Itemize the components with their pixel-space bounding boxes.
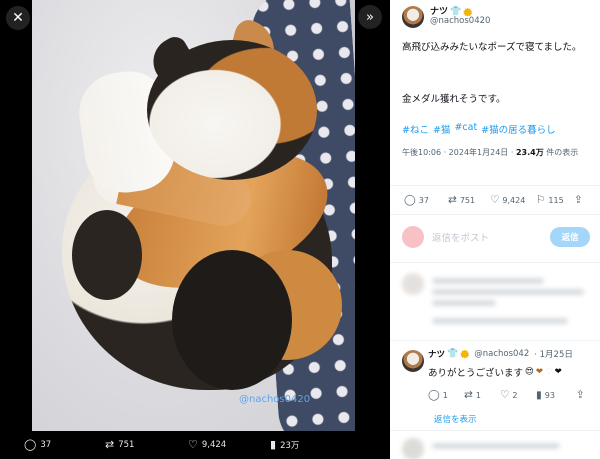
reply-text-row: ありがとうございます 😍 ❤ ♡ ❤ bbox=[428, 365, 562, 379]
cat-black-patch bbox=[172, 250, 292, 390]
divider bbox=[390, 262, 600, 263]
retweet-icon: ⇄ bbox=[105, 438, 115, 451]
reply-text: ありがとうございます bbox=[428, 368, 524, 379]
heart-icon: ♡ bbox=[500, 389, 510, 401]
post-detail-panel: ナツ 👕 @nachos0420 高飛び込みみたいなポーズで寝てました。 金メダ… bbox=[390, 0, 600, 459]
viewer-retweet-count: 751 bbox=[118, 439, 135, 450]
reply-retweet-button[interactable]: ⇄ 1 bbox=[464, 389, 481, 401]
avatar bbox=[402, 226, 424, 248]
retweet-button[interactable]: ⇄ 751 bbox=[448, 194, 475, 206]
hashtag-link[interactable]: #cat bbox=[454, 122, 477, 136]
post-photo[interactable]: @nachos0420 bbox=[32, 0, 355, 431]
photo-watermark: @nachos0420 bbox=[239, 394, 311, 405]
viewer-like-button[interactable]: ♡ 9,424 bbox=[188, 438, 226, 451]
reply-count: 37 bbox=[418, 195, 429, 205]
bar-chart-icon: ▮ bbox=[270, 438, 277, 451]
reply-icon: ◯ bbox=[404, 194, 416, 206]
retweet-icon: ⇄ bbox=[448, 194, 457, 206]
bookmark-icon: ⚐ bbox=[536, 194, 546, 206]
reply-reply-button[interactable]: ◯ 1 bbox=[428, 389, 448, 401]
reply-icon: ◯ bbox=[428, 389, 440, 401]
reply-like-count: 2 bbox=[512, 390, 518, 400]
viewer-like-count: 9,424 bbox=[201, 439, 227, 450]
like-button[interactable]: ♡ 9,424 bbox=[490, 194, 525, 206]
smiling-heart-eyes-emoji-icon: 😍 bbox=[525, 367, 534, 377]
reply-like-button[interactable]: ♡ 2 bbox=[500, 389, 518, 401]
reply-view-count: 93 bbox=[544, 390, 555, 400]
viewer-retweet-button[interactable]: ⇄ 751 bbox=[105, 438, 134, 451]
author-handle: @nachos0420 bbox=[430, 16, 491, 27]
reply-submit-button[interactable]: 返信 bbox=[550, 227, 590, 247]
white-heart-icon: ♡ bbox=[545, 367, 553, 377]
double-chevron-right-icon[interactable]: » bbox=[358, 5, 382, 29]
reply-reply-count: 1 bbox=[442, 390, 448, 400]
hashtag-link[interactable]: #ねこ bbox=[402, 122, 429, 136]
shirt-icon: 👕 bbox=[447, 349, 459, 359]
post-view-count: 23.4万 bbox=[515, 148, 544, 157]
bar-chart-icon: ▮ bbox=[536, 389, 542, 401]
viewer-reply-button[interactable]: ◯ 37 bbox=[24, 438, 51, 451]
blurred-reply-text bbox=[432, 438, 592, 459]
share-button[interactable]: ⇪ bbox=[574, 194, 583, 206]
heart-icon: ♡ bbox=[490, 194, 500, 206]
reply-author-row: ナツ 👕 @nachos042 · 1月25日 bbox=[428, 348, 573, 360]
divider bbox=[390, 214, 600, 215]
divider bbox=[390, 185, 600, 186]
verified-badge-icon bbox=[463, 7, 473, 17]
blurred-reply bbox=[402, 438, 592, 459]
avatar bbox=[402, 273, 424, 295]
avatar bbox=[402, 438, 424, 459]
verified-badge-icon bbox=[460, 349, 470, 359]
viewer-view-count: 23万 bbox=[280, 440, 300, 451]
reply-composer: 返信をポスト bbox=[402, 226, 489, 248]
reply-retweet-count: 1 bbox=[475, 390, 481, 400]
retweet-count: 751 bbox=[459, 195, 476, 205]
avatar[interactable] bbox=[402, 6, 424, 28]
viewer-action-bar: ◯ 37 ⇄ 751 ♡ 9,424 ▮ 23万 bbox=[0, 438, 390, 458]
cat-tail bbox=[72, 210, 142, 300]
reply-author-name: ナツ bbox=[428, 350, 446, 360]
reply-share-button[interactable]: ⇪ bbox=[576, 389, 585, 401]
hashtags: #ねこ #猫 #cat #猫の居る暮らし bbox=[402, 122, 556, 136]
divider bbox=[390, 340, 600, 341]
media-viewer: ✕ @nachos0420 » ◯ 37 ⇄ 751 ♡ 9,424 ▮ 23万 bbox=[0, 0, 390, 459]
avatar[interactable] bbox=[402, 350, 424, 372]
bookmark-count: 115 bbox=[548, 195, 564, 205]
share-icon: ⇪ bbox=[576, 389, 585, 401]
cat-head bbox=[147, 40, 317, 180]
reply-button[interactable]: ◯ 37 bbox=[404, 194, 429, 206]
post-meta: 午後10:06 · 2024年1月24日 · 23.4万 件の表示 bbox=[402, 147, 594, 159]
post-text-line2: 金メダル獲れそうです。 bbox=[402, 94, 506, 105]
hashtag-link[interactable]: #猫 bbox=[433, 122, 450, 136]
bookmark-button[interactable]: ⚐ 115 bbox=[536, 194, 564, 206]
reply-views-button[interactable]: ▮ 93 bbox=[536, 389, 555, 401]
reply-input[interactable]: 返信をポスト bbox=[432, 230, 489, 244]
black-heart-icon: ❤ bbox=[554, 367, 562, 377]
reply-icon: ◯ bbox=[24, 438, 37, 451]
post-text-line1: 高飛び込みみたいなポーズで寝てました。 bbox=[402, 42, 582, 53]
blurred-reply bbox=[402, 273, 592, 329]
brown-heart-icon: ❤ bbox=[535, 367, 544, 377]
reply-date: · 1月25日 bbox=[534, 350, 573, 360]
share-icon: ⇪ bbox=[574, 194, 583, 206]
heart-icon: ♡ bbox=[188, 438, 198, 451]
show-replies-link[interactable]: 返信を表示 bbox=[434, 413, 477, 425]
divider bbox=[390, 430, 600, 431]
viewer-reply-count: 37 bbox=[40, 439, 52, 450]
post-timestamp[interactable]: 午後10:06 · 2024年1月24日 · bbox=[402, 148, 516, 157]
retweet-icon: ⇄ bbox=[464, 389, 473, 401]
blurred-reply-text bbox=[432, 273, 592, 329]
hashtag-link[interactable]: #猫の居る暮らし bbox=[481, 122, 555, 136]
reply-author-handle: @nachos042 bbox=[474, 349, 530, 359]
like-count: 9,424 bbox=[502, 195, 526, 205]
post-view-suffix: 件の表示 bbox=[543, 148, 579, 157]
close-icon[interactable]: ✕ bbox=[6, 6, 30, 30]
viewer-views-button[interactable]: ▮ 23万 bbox=[270, 438, 299, 451]
post-author[interactable]: ナツ 👕 @nachos0420 bbox=[402, 6, 490, 28]
